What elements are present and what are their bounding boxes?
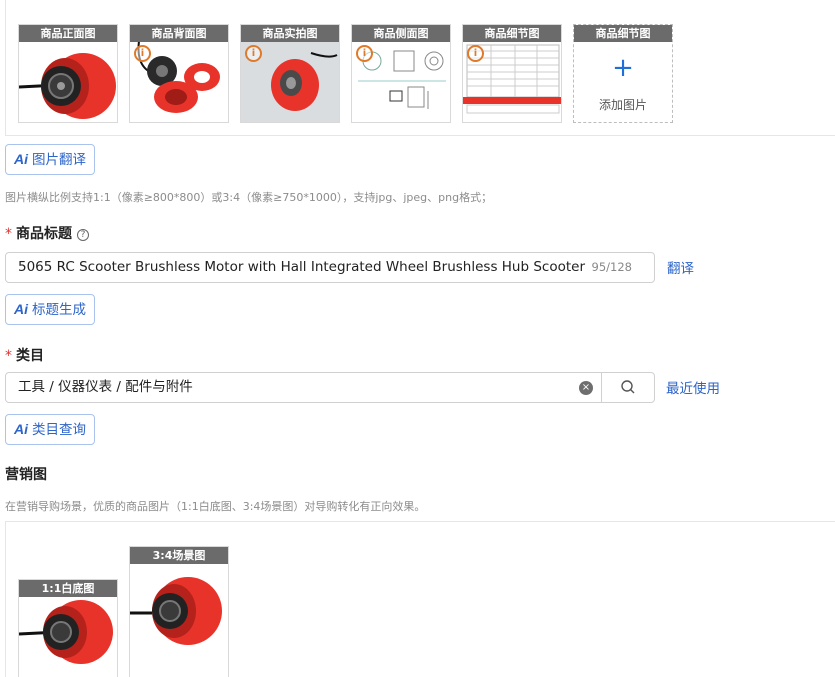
title-generate-label: 标题生成	[32, 302, 86, 318]
category-query-button[interactable]: Ai 类目查询	[5, 414, 95, 445]
title-input[interactable]: 5065 RC Scooter Brushless Motor with Hal…	[5, 252, 655, 283]
info-icon[interactable]: i	[467, 45, 484, 62]
title-input-value: 5065 RC Scooter Brushless Motor with Hal…	[18, 259, 588, 275]
marketing-tile-white-bg[interactable]: 1:1白底图	[18, 579, 118, 677]
product-form: 商品正面图 商品背面图 i 商品实拍图 i 商品侧面图 i 商品细节图 i 商品…	[0, 0, 835, 677]
image-tile-tag: 商品细节图	[463, 25, 561, 42]
title-char-counter: 95/128	[591, 260, 632, 274]
image-tile-back[interactable]: 商品背面图 i	[129, 24, 229, 123]
image-spec-hint: 图片横纵比例支持1:1（像素≥800*800）或3:4（像素≥750*1000）…	[5, 191, 493, 204]
image-tile-tag: 3:4场景图	[130, 547, 228, 564]
image-tile-detail[interactable]: 商品细节图 i	[462, 24, 562, 123]
motor-scene-image	[130, 577, 222, 645]
image-tile-tag: 商品侧面图	[352, 25, 450, 42]
image-tile-tag: 商品细节图	[574, 25, 672, 42]
add-image-button[interactable]: 商品细节图 + 添加图片	[573, 24, 673, 123]
help-icon[interactable]: ?	[77, 229, 89, 241]
ai-icon: Ai	[14, 151, 28, 167]
clear-icon[interactable]: ×	[579, 381, 593, 395]
image-tile-tag: 1:1白底图	[19, 580, 117, 597]
required-mark: *	[5, 226, 12, 242]
ai-icon: Ai	[14, 301, 28, 317]
category-search-button[interactable]	[601, 372, 655, 403]
recent-category-link[interactable]: 最近使用	[666, 377, 720, 397]
plus-icon: +	[612, 53, 634, 83]
category-label-row: * 类目	[5, 345, 44, 365]
image-tile-tag: 商品正面图	[19, 25, 117, 42]
category-label: 类目	[16, 348, 44, 364]
image-translate-label: 图片翻译	[32, 152, 86, 168]
category-input[interactable]: 工具 / 仪器仪表 / 配件与附件 ×	[5, 372, 655, 403]
title-label-row: * 商品标题?	[5, 223, 89, 243]
title-generate-button[interactable]: Ai 标题生成	[5, 294, 95, 325]
info-icon[interactable]: i	[245, 45, 262, 62]
image-tile-front[interactable]: 商品正面图	[18, 24, 118, 123]
category-query-label: 类目查询	[32, 422, 86, 438]
info-icon[interactable]: i	[356, 45, 373, 62]
image-translate-button[interactable]: Ai 图片翻译	[5, 144, 95, 175]
image-tile-real[interactable]: 商品实拍图 i	[240, 24, 340, 123]
required-mark: *	[5, 348, 12, 364]
category-input-value: 工具 / 仪器仪表 / 配件与附件	[18, 379, 193, 395]
title-label: 商品标题	[16, 226, 72, 242]
info-icon[interactable]: i	[134, 45, 151, 62]
image-tile-side[interactable]: 商品侧面图 i	[351, 24, 451, 123]
marketing-tile-scene[interactable]: 3:4场景图	[129, 546, 229, 677]
add-image-label: 添加图片	[598, 98, 647, 112]
image-tile-tag: 商品实拍图	[241, 25, 339, 42]
translate-title-link[interactable]: 翻译	[667, 257, 694, 277]
ai-icon: Ai	[14, 421, 28, 437]
marketing-label: 营销图	[5, 467, 47, 483]
marketing-hint: 在营销导购场景，优质的商品图片（1:1白底图、3:4场景图）对导购转化有正向效果…	[5, 500, 426, 513]
search-icon	[621, 380, 635, 394]
image-tile-tag: 商品背面图	[130, 25, 228, 42]
